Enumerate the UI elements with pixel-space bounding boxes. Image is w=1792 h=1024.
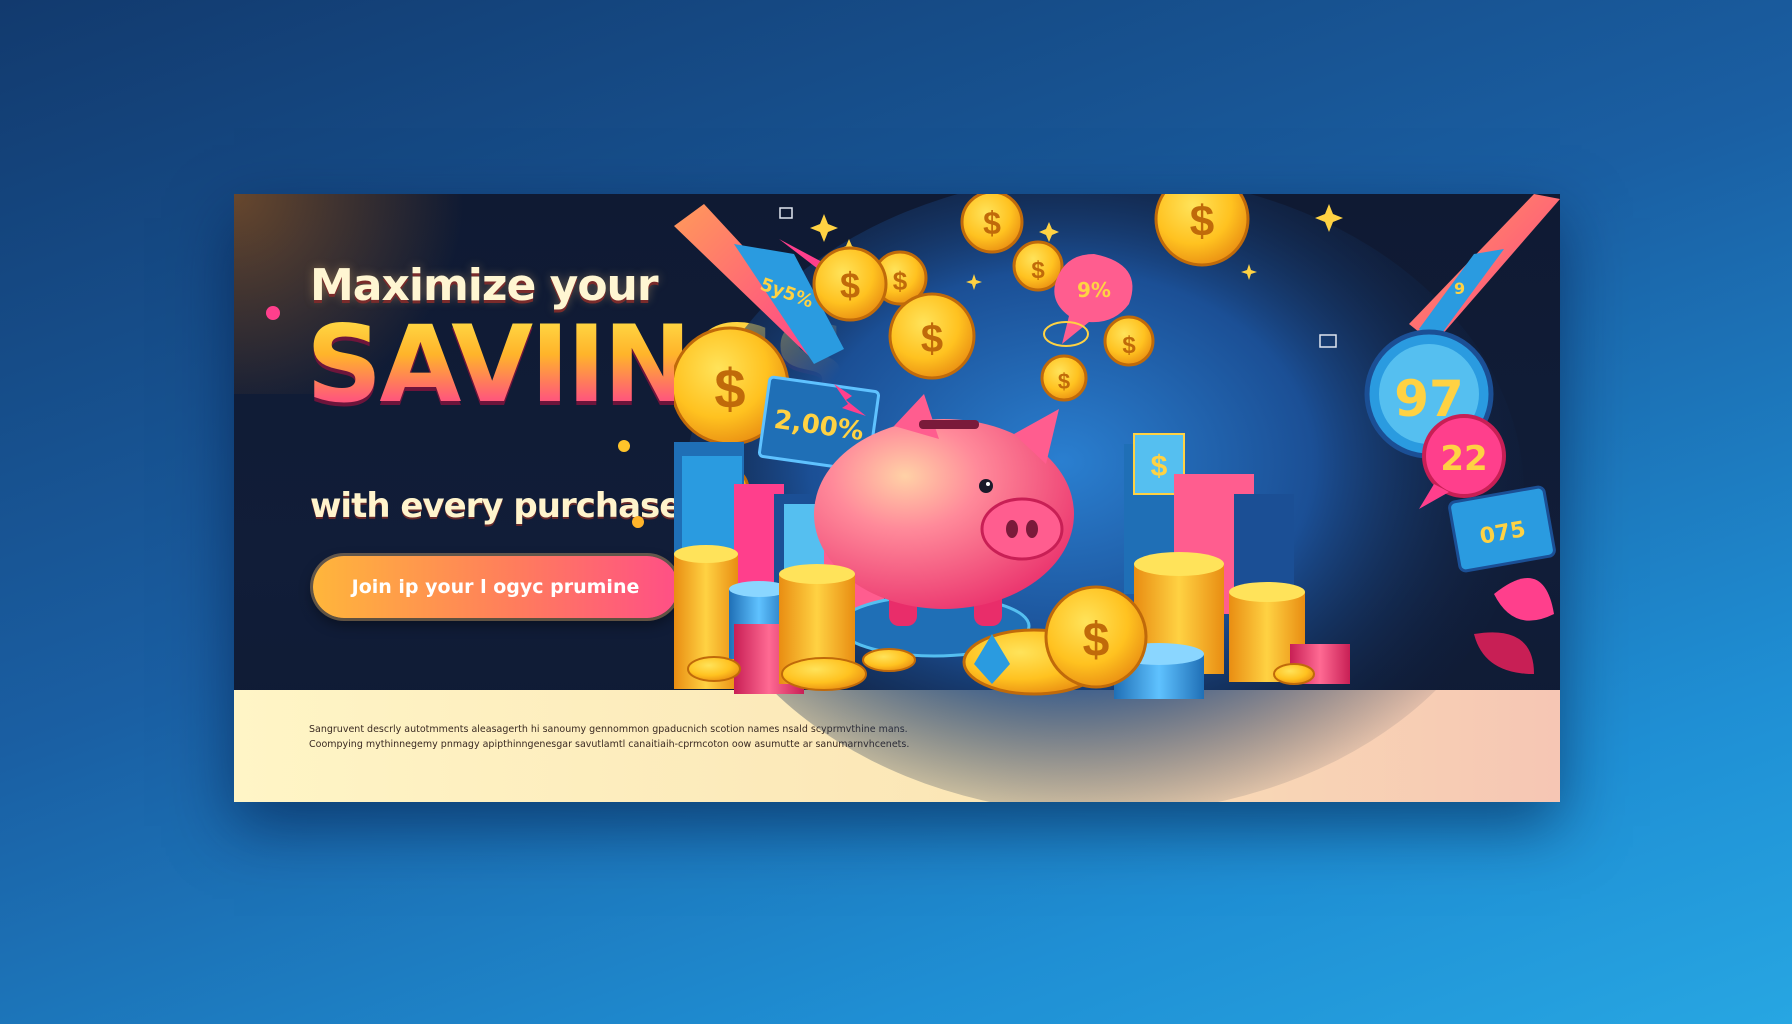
frame-icon: [779, 207, 793, 219]
svg-text:$: $: [983, 205, 1001, 241]
pink-dot-decoration: [266, 306, 280, 320]
coin-icon: $: [1012, 240, 1064, 292]
round-badge-bottom-text: 22: [1440, 439, 1487, 479]
svg-text:$: $: [921, 317, 943, 361]
savings-illustration: 5y5% 9 $ $ $ $ $ $ $ $ $ $: [674, 194, 1560, 802]
coin-icon: $: [1044, 585, 1148, 689]
coin-icon: $: [812, 246, 888, 322]
coin-icon: $: [1040, 354, 1088, 402]
svg-text:$: $: [714, 357, 745, 420]
coin-icon: $: [960, 194, 1024, 254]
svg-text:$: $: [1031, 257, 1045, 284]
bubble-percent-text: 9%: [1077, 278, 1111, 302]
subheadline: with every purchase: [310, 486, 682, 526]
small-card: 075: [1448, 485, 1556, 573]
svg-text:$: $: [893, 266, 908, 296]
svg-text:$: $: [1190, 197, 1214, 246]
coin-icon: $: [888, 292, 976, 380]
orange-dot-decoration: [632, 516, 644, 528]
svg-text:$: $: [840, 265, 860, 306]
yellow-dot-decoration: [618, 440, 630, 452]
card-dollar-text: $: [1151, 450, 1168, 483]
right-arrow-icon: 9: [1409, 194, 1560, 344]
svg-text:$: $: [1058, 369, 1070, 394]
svg-text:$: $: [1083, 614, 1110, 667]
join-button[interactable]: Join ip your l ogyc prumine: [313, 556, 678, 618]
arrow-right-text: 9: [1454, 279, 1465, 298]
svg-text:$: $: [1122, 332, 1136, 359]
coin-icon: $: [1103, 315, 1155, 367]
promo-banner: Maximize your SAVIINGS with every purcha…: [234, 194, 1560, 802]
